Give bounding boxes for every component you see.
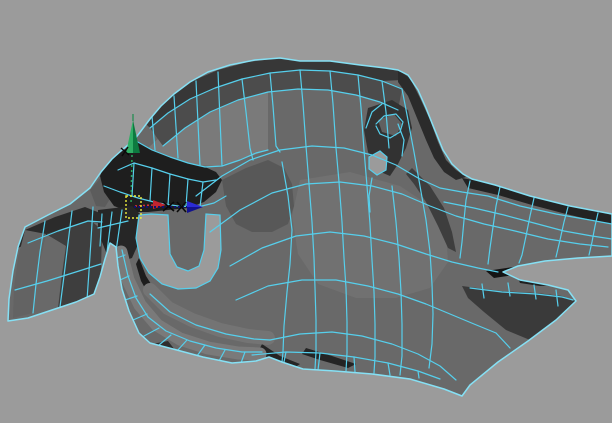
viewport-3d[interactable]	[0, 0, 612, 423]
scene-svg	[0, 0, 612, 423]
